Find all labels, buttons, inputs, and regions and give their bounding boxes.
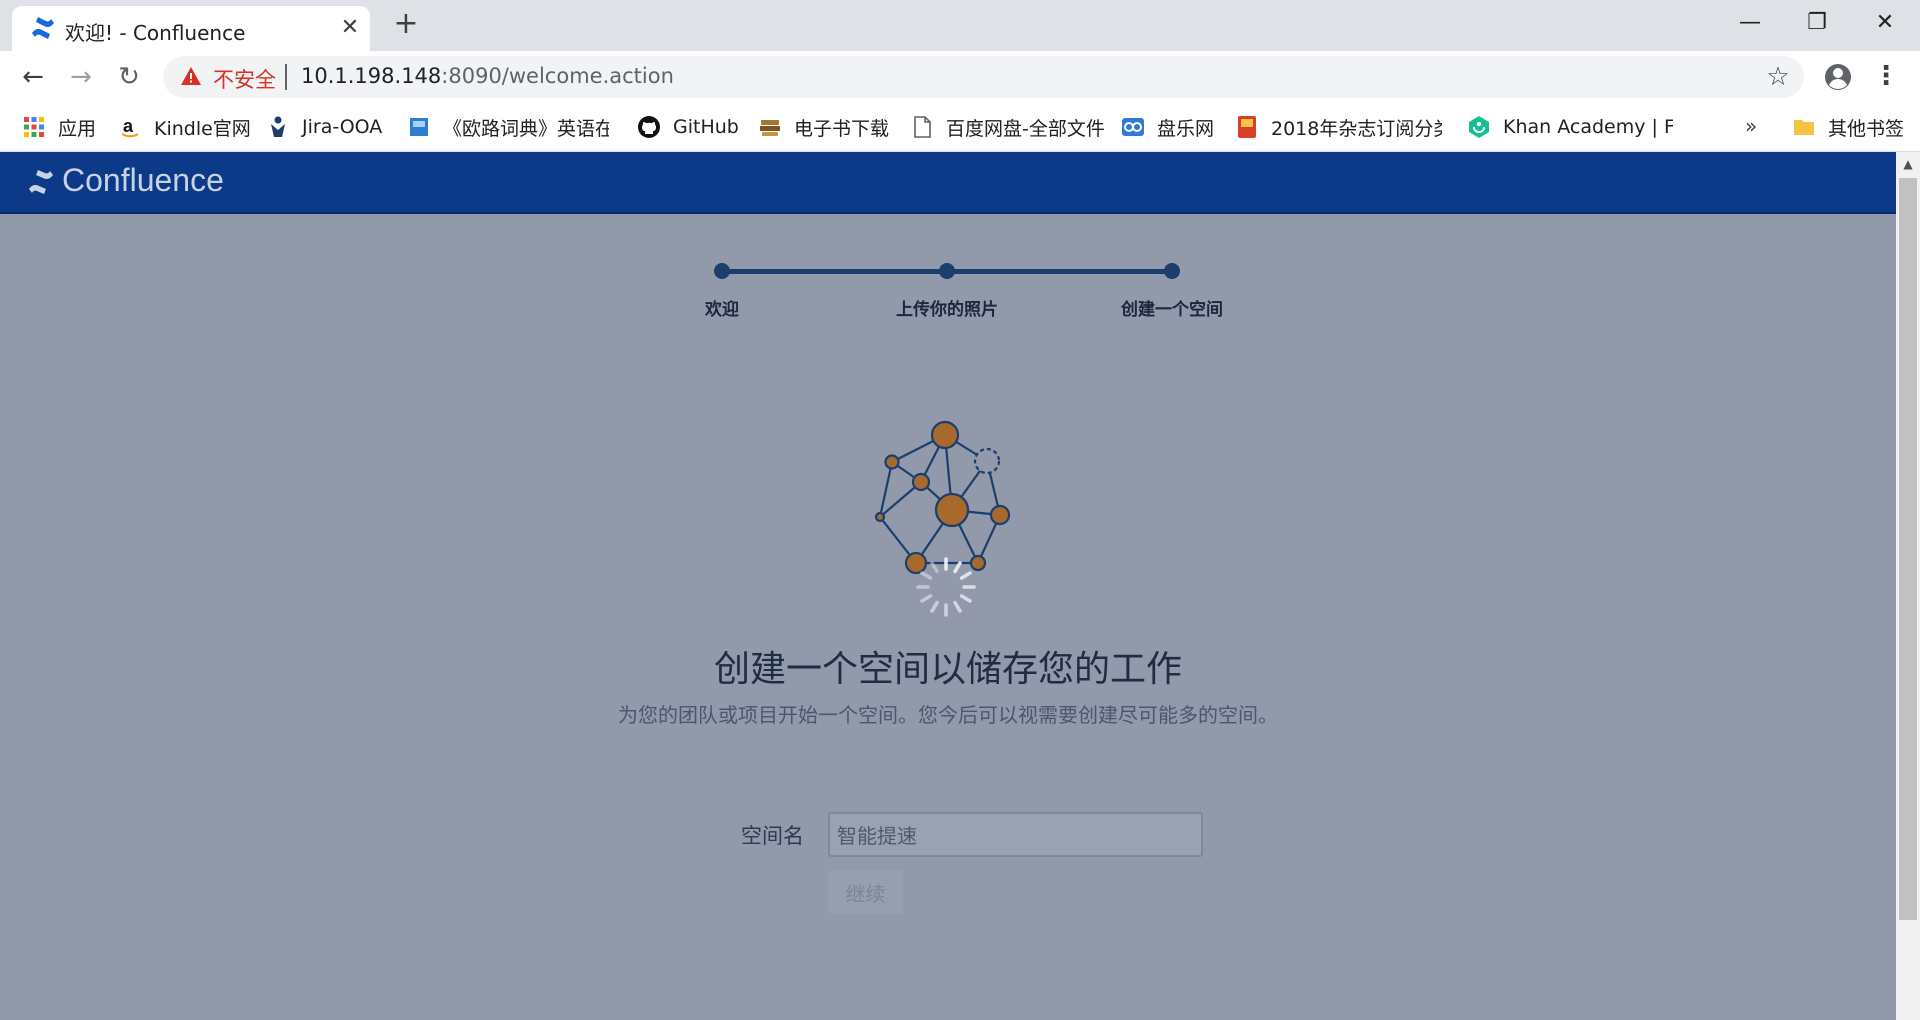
bookmark-label: 其他书签 <box>1828 117 1905 140</box>
browser-toolbar: ← → ↻ 不安全 10.1.198.148:8090/welcome.acti… <box>0 51 1920 102</box>
books-icon <box>760 120 780 136</box>
window-close-button[interactable]: ✕ <box>1855 4 1915 44</box>
scroll-up-arrow-icon[interactable]: ▲ <box>1896 152 1920 176</box>
bookmark-panle[interactable]: 盘乐网 <box>1121 111 1214 143</box>
page-description: 为您的团队或项目开始一个空间。您今后可以视需要创建尽可能多的空间。 <box>618 703 1278 727</box>
browser-tab[interactable]: 欢迎! - Confluence ✕ <box>12 6 370 51</box>
url-host: 10.1.198.148 <box>301 64 442 88</box>
window-minimize-button[interactable]: — <box>1720 4 1780 44</box>
bookmark-label: 盘乐网 <box>1157 117 1215 140</box>
confluence-logo-icon[interactable] <box>28 168 54 196</box>
bookmark-label: 电子书下载 <box>794 117 890 140</box>
bookmark-jira[interactable]: Jira-OOA <box>266 111 382 143</box>
step-label-welcome: 欢迎 <box>705 300 739 320</box>
window-restore-button[interactable]: ❐ <box>1787 4 1847 44</box>
space-name-input[interactable] <box>828 812 1203 857</box>
tab-close-icon[interactable]: ✕ <box>335 13 365 43</box>
loading-spinner-icon <box>916 557 976 617</box>
profile-avatar-icon[interactable] <box>1822 61 1854 93</box>
bookmark-label: 2018年杂志订阅分类 <box>1271 117 1442 140</box>
back-button[interactable]: ← <box>15 59 51 95</box>
bookmark-khan[interactable]: Khan Academy | Free <box>1467 111 1673 143</box>
confluence-logo-text[interactable]: Confluence <box>62 162 224 199</box>
address-bar[interactable]: 不安全 10.1.198.148:8090/welcome.action ☆ <box>163 56 1804 98</box>
reload-button[interactable]: ↻ <box>111 59 147 95</box>
page-title: 创建一个空间以储存您的工作 <box>713 649 1182 690</box>
bookmark-label: Khan Academy | Free <box>1503 116 1673 138</box>
bookmark-ebooks[interactable]: 电子书下载 <box>758 111 889 143</box>
address-separator <box>285 64 287 90</box>
bookmark-baidu-pan[interactable]: 百度网盘-全部文件 <box>910 111 1105 143</box>
bookmark-label: GitHub <box>673 116 739 138</box>
bookmark-eudic[interactable]: 《欧路词典》英语在线 <box>407 111 609 143</box>
new-tab-button[interactable]: + <box>390 9 422 41</box>
bookmark-magazine[interactable]: 2018年杂志订阅分类 <box>1235 111 1442 143</box>
security-status[interactable]: 不安全 <box>213 64 276 94</box>
page-icon <box>914 116 931 138</box>
khan-icon <box>1469 116 1489 138</box>
apps-grid-icon <box>24 117 44 137</box>
tab-title: 欢迎! - Confluence <box>65 21 246 45</box>
bookmark-other-folder[interactable]: 其他书签 <box>1792 111 1904 143</box>
bookmark-label: Kindle官网 <box>154 117 251 140</box>
github-icon <box>638 116 660 138</box>
browser-menu-icon[interactable]: ⋮ <box>1870 61 1902 93</box>
url-path: :8090/welcome.action <box>441 64 674 88</box>
warning-icon[interactable] <box>180 65 202 87</box>
bookmark-kindle[interactable]: a Kindle官网 <box>118 111 251 143</box>
url-text[interactable]: 10.1.198.148:8090/welcome.action <box>301 64 674 88</box>
confluence-favicon-icon <box>32 17 54 39</box>
bookmark-star-icon[interactable]: ☆ <box>1763 62 1793 92</box>
svg-text:a: a <box>123 116 134 136</box>
bookmarks-bar: 应用 a Kindle官网 Jira-OOA 《欧路词典》英语在线 GitHub <box>0 102 1920 152</box>
confluence-header: Confluence <box>0 152 1896 214</box>
bookmarks-overflow-button[interactable]: » <box>1745 114 1757 138</box>
step-label-photo: 上传你的照片 <box>896 300 998 320</box>
step-dot-photo <box>939 263 955 279</box>
bookmark-label: 应用 <box>58 117 97 140</box>
bookmark-label: 《欧路词典》英语在线 <box>443 117 609 140</box>
step-dot-welcome <box>714 263 730 279</box>
scroll-thumb[interactable] <box>1899 178 1917 920</box>
page-scrollbar[interactable]: ▲ <box>1896 152 1920 1020</box>
browser-titlebar: 欢迎! - Confluence ✕ + — ❐ ✕ <box>0 0 1920 51</box>
network-illustration <box>874 420 1011 617</box>
bookmark-github[interactable]: GitHub <box>637 111 739 143</box>
bookmark-label: Jira-OOA <box>302 116 383 138</box>
continue-button[interactable]: 继续 <box>828 870 903 914</box>
space-name-label: 空间名 <box>741 824 804 848</box>
bookmark-label: 百度网盘-全部文件 <box>946 117 1105 140</box>
jira-icon <box>271 116 285 137</box>
folder-icon <box>1794 120 1814 135</box>
page-viewport: Confluence 欢迎 上传你的照片 创建一个空间 创建一个空间以储存您的工… <box>0 152 1896 1020</box>
forward-button[interactable]: → <box>63 59 99 95</box>
amazon-icon: a <box>121 116 139 138</box>
eudic-icon <box>410 118 428 136</box>
bookmark-apps[interactable]: 应用 <box>22 111 96 143</box>
magazine-icon <box>1238 116 1256 138</box>
step-dot-space <box>1164 263 1180 279</box>
panle-icon <box>1122 118 1144 136</box>
step-label-space: 创建一个空间 <box>1121 300 1223 320</box>
